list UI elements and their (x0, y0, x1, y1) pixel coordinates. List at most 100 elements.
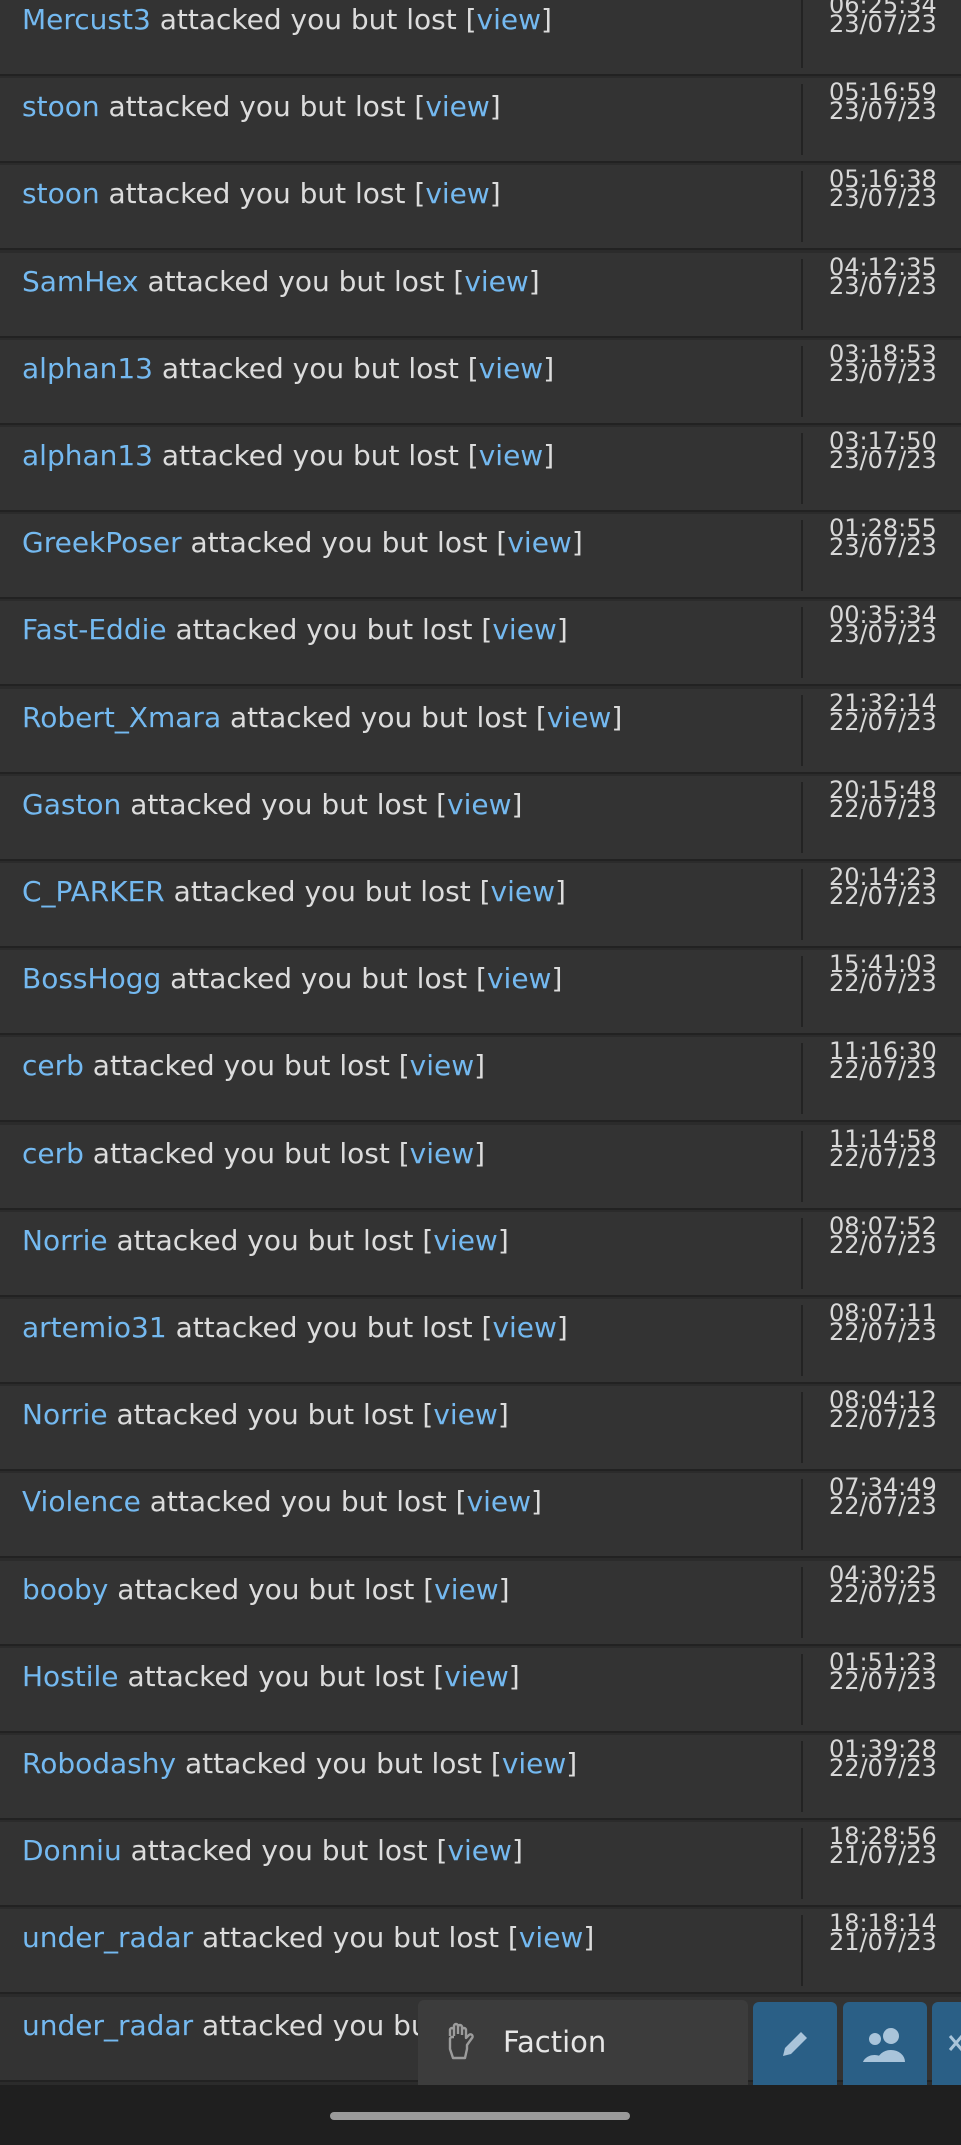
view-link[interactable]: view (447, 1834, 511, 1867)
view-link[interactable]: view (519, 1921, 583, 1954)
attack-text: attacked you but lost [ (99, 90, 426, 123)
log-message: stoon attacked you but lost [view] (22, 165, 501, 248)
log-row: C_PARKER attacked you but lost [view] 20:… (0, 863, 961, 948)
date-value: 23/07/23 (829, 272, 937, 300)
attacker-link[interactable]: Violence (22, 1485, 141, 1518)
view-link[interactable]: view (492, 613, 556, 646)
attacker-link[interactable]: cerb (22, 1137, 84, 1170)
view-link[interactable]: view (502, 1747, 566, 1780)
log-message: Robert_Xmara attacked you but lost [view… (22, 689, 622, 772)
log-row: Donniu attacked you but lost [view] 18:28… (0, 1822, 961, 1907)
attacker-link[interactable]: Hostile (22, 1660, 119, 1693)
attacker-link[interactable]: booby (22, 1573, 108, 1606)
view-link[interactable]: view (492, 1311, 556, 1344)
timestamp: 15:41:03 22/07/23 (829, 952, 937, 995)
attack-text: attacked you but lost [ (221, 701, 547, 734)
view-link[interactable]: view (507, 526, 571, 559)
attacker-link[interactable]: stoon (22, 90, 100, 123)
timestamp: 18:18:14 21/07/23 (829, 1911, 937, 1954)
log-row: Robert_Xmara attacked you but lost [view… (0, 689, 961, 774)
attacker-link[interactable]: GreekPoser (22, 526, 182, 559)
attacker-link[interactable]: alphan13 (22, 352, 153, 385)
attack-text: attacked you but lost [ (193, 1921, 519, 1954)
date-value: 23/07/23 (829, 359, 937, 387)
attacker-link[interactable]: cerb (22, 1049, 84, 1082)
view-link[interactable]: view (547, 701, 611, 734)
faction-button[interactable]: Faction (418, 2000, 748, 2085)
view-link[interactable]: view (447, 788, 511, 821)
log-row: alphan13 attacked you but lost [view] 03:… (0, 427, 961, 512)
log-message: Hostile attacked you but lost [view] (22, 1648, 520, 1731)
view-link[interactable]: view (434, 1573, 498, 1606)
timestamp: 05:16:59 23/07/23 (829, 80, 937, 123)
view-link[interactable]: view (433, 1224, 497, 1257)
users-button[interactable] (843, 2002, 927, 2085)
attacker-link[interactable]: under_radar (22, 1921, 193, 1954)
attacker-link[interactable]: Gaston (22, 788, 121, 821)
column-divider (801, 1131, 803, 1202)
attack-text: attacked you but lost [ (107, 1224, 434, 1257)
timestamp: 04:30:25 22/07/23 (829, 1563, 937, 1608)
view-link[interactable]: view (425, 177, 489, 210)
attacker-link[interactable]: Fast-Eddie (22, 613, 167, 646)
column-divider (801, 782, 803, 853)
attacker-link[interactable]: Donniu (22, 1834, 122, 1867)
column-divider (801, 1479, 803, 1550)
attacker-link[interactable]: artemio31 (22, 1311, 167, 1344)
view-link[interactable]: view (425, 90, 489, 123)
attack-text: attacked you but lost [ (181, 526, 508, 559)
date-value: 22/07/23 (829, 1318, 937, 1346)
attacker-link[interactable]: Norrie (22, 1398, 108, 1431)
view-link[interactable]: view (410, 1137, 474, 1170)
attacker-link[interactable]: Robodashy (22, 1747, 176, 1780)
view-link[interactable]: view (467, 1485, 531, 1518)
edit-button[interactable] (753, 2002, 837, 2085)
date-value: 22/07/23 (829, 708, 937, 736)
column-divider (801, 84, 803, 155)
column-divider (801, 171, 803, 242)
column-divider (801, 956, 803, 1027)
close-bracket: ] (511, 1834, 523, 1867)
log-message: Robodashy attacked you but lost [view] (22, 1735, 577, 1818)
log-row: Norrie attacked you but lost [view] 08:07… (0, 1212, 961, 1297)
view-link[interactable]: view (479, 352, 543, 385)
attacker-link[interactable]: Robert_Xmara (22, 701, 221, 734)
raised-fist-icon (448, 2022, 474, 2060)
home-indicator[interactable] (330, 2112, 630, 2120)
attacker-link[interactable]: C_PARKER (22, 875, 165, 908)
timestamp: 20:14:23 22/07/23 (829, 865, 937, 908)
view-link[interactable]: view (410, 1049, 474, 1082)
timestamp: 06:25:34 23/07/23 (829, 0, 937, 36)
attacker-link[interactable]: alphan13 (22, 439, 153, 472)
view-link[interactable]: view (487, 962, 551, 995)
column-divider (801, 869, 803, 940)
view-link[interactable]: view (479, 439, 543, 472)
log-message: under_radar attacked you but (22, 1997, 440, 2080)
view-link[interactable]: view (433, 1398, 497, 1431)
log-message: cerb attacked you but lost [view] (22, 1125, 485, 1208)
pencil-icon (783, 2032, 807, 2056)
log-row: BossHogg attacked you but lost [view] 15:… (0, 950, 961, 1035)
attack-text: attacked you but lost [ (107, 1398, 434, 1431)
attacker-link[interactable]: Mercust3 (22, 3, 151, 36)
attacker-link[interactable]: SamHex (22, 265, 139, 298)
log-message: alphan13 attacked you but lost [view] (22, 427, 554, 510)
date-value: 22/07/23 (829, 1231, 937, 1259)
close-bracket: ] (543, 352, 555, 385)
attacker-link[interactable]: stoon (22, 177, 100, 210)
attack-text: attacked you but (193, 2009, 440, 2042)
close-bracket: ] (474, 1137, 486, 1170)
view-link[interactable]: view (491, 875, 555, 908)
view-link[interactable]: view (464, 265, 528, 298)
attacker-link[interactable]: Norrie (22, 1224, 108, 1257)
attacker-link[interactable]: BossHogg (22, 962, 161, 995)
attack-text: attacked you but lost [ (150, 3, 477, 36)
more-button[interactable] (932, 2002, 961, 2085)
log-message: alphan13 attacked you but lost [view] (22, 340, 554, 423)
attacker-link[interactable]: under_radar (22, 2009, 193, 2042)
date-value: 22/07/23 (829, 1580, 937, 1608)
view-link[interactable]: view (444, 1660, 508, 1693)
date-value: 22/07/23 (829, 795, 937, 823)
view-link[interactable]: view (477, 3, 541, 36)
timestamp: 11:14:58 22/07/23 (829, 1127, 937, 1170)
